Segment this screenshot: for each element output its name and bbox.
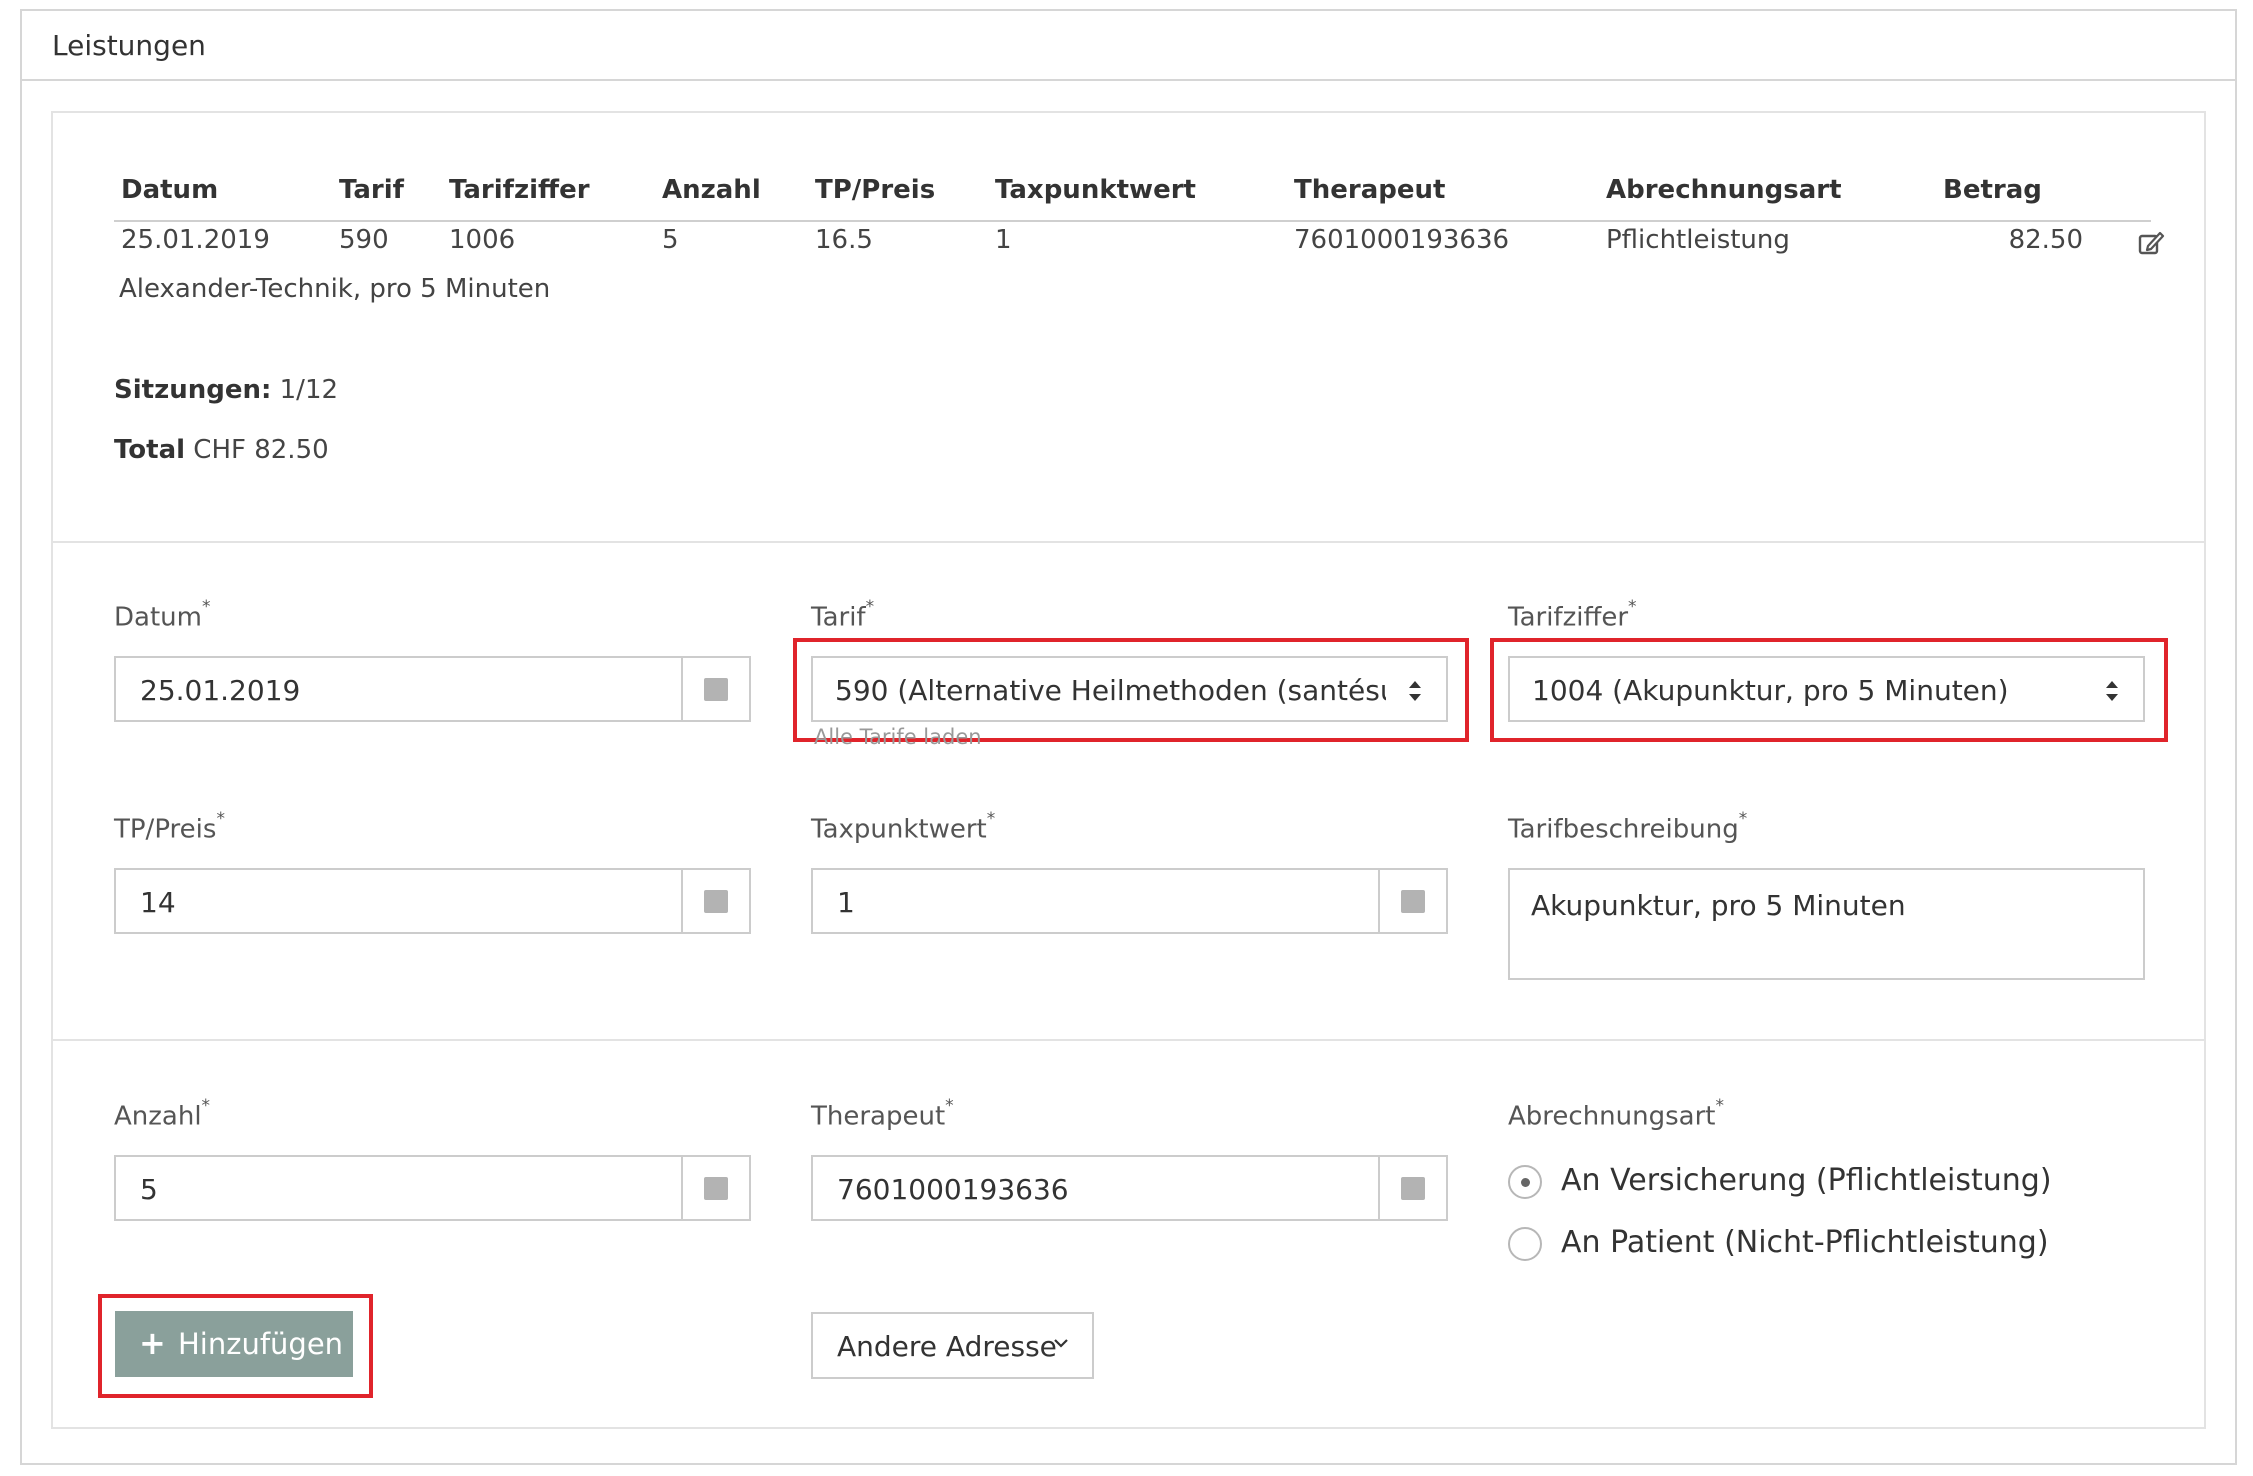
taxpunktwert-field[interactable]: 1 bbox=[811, 868, 1448, 934]
cell-tarif: 590 bbox=[339, 225, 389, 255]
addon-icon bbox=[704, 890, 728, 913]
sitzungen-label: Sitzungen: bbox=[114, 375, 272, 405]
datum-addon-button[interactable] bbox=[681, 658, 749, 720]
sitzungen-summary: Sitzungen: 1/12 bbox=[114, 375, 338, 405]
abrechnungsart-label: Abrechnungsart* bbox=[1508, 1096, 1724, 1132]
column-header-therapeut: Therapeut bbox=[1294, 175, 1446, 205]
radio-patient-label: An Patient (Nicht-Pflichtleistung) bbox=[1561, 1225, 2049, 1260]
radio-versicherung-label: An Versicherung (Pflichtleistung) bbox=[1561, 1163, 2052, 1198]
cell-anzahl: 5 bbox=[662, 225, 679, 255]
other-address-label: Andere Adresse bbox=[837, 1330, 1057, 1363]
tarif-load-all-link[interactable]: Alle Tarife laden bbox=[814, 725, 982, 749]
tarifziffer-highlight bbox=[1490, 638, 2168, 742]
datum-label: Datum* bbox=[114, 597, 211, 633]
column-header-anzahl: Anzahl bbox=[662, 175, 761, 205]
anzahl-label: Anzahl* bbox=[114, 1096, 211, 1132]
anzahl-field[interactable]: 5 bbox=[114, 1155, 751, 1221]
radio-patient-control[interactable] bbox=[1508, 1227, 1542, 1261]
addon-icon bbox=[1401, 1177, 1425, 1200]
therapeut-field[interactable]: 7601000193636 bbox=[811, 1155, 1448, 1221]
tarif-label: Tarif* bbox=[811, 597, 875, 633]
column-header-tarif: Tarif bbox=[339, 175, 404, 205]
tp-preis-value: 14 bbox=[140, 886, 176, 919]
column-header-taxpunktwert: Taxpunktwert bbox=[995, 175, 1196, 205]
therapeut-label: Therapeut* bbox=[811, 1096, 954, 1132]
sitzungen-value: 1/12 bbox=[279, 375, 339, 405]
other-address-dropdown-button[interactable]: Andere Adresse bbox=[811, 1312, 1094, 1379]
tp-preis-addon-button[interactable] bbox=[681, 870, 749, 932]
therapeut-addon-button[interactable] bbox=[1378, 1157, 1446, 1219]
anzahl-addon-button[interactable] bbox=[681, 1157, 749, 1219]
cell-betrag: 82.50 bbox=[2008, 225, 2083, 255]
tarifbeschreibung-value: Akupunktur, pro 5 Minuten bbox=[1531, 889, 1906, 922]
column-header-abrechnungsart: Abrechnungsart bbox=[1606, 175, 1842, 205]
radio-versicherung[interactable]: An Versicherung (Pflichtleistung) bbox=[1508, 1163, 2068, 1205]
column-header-tarifziffer: Tarifziffer bbox=[449, 175, 590, 205]
tarifbeschreibung-textarea[interactable]: Akupunktur, pro 5 Minuten bbox=[1508, 868, 2145, 980]
section-divider bbox=[53, 1039, 2204, 1041]
cell-therapeut: 7601000193636 bbox=[1294, 225, 1510, 255]
section-divider bbox=[53, 541, 2204, 543]
tp-preis-label: TP/Preis* bbox=[114, 809, 225, 845]
total-summary: Total CHF 82.50 bbox=[114, 435, 329, 465]
cell-datum: 25.01.2019 bbox=[121, 225, 270, 255]
total-value: CHF 82.50 bbox=[193, 435, 329, 465]
tarifziffer-label: Tarifziffer* bbox=[1508, 597, 1637, 633]
edit-icon[interactable] bbox=[2137, 229, 2165, 257]
addon-icon bbox=[704, 1177, 728, 1200]
tp-preis-field[interactable]: 14 bbox=[114, 868, 751, 934]
column-header-tp-preis: TP/Preis bbox=[815, 175, 936, 205]
addon-icon bbox=[1401, 890, 1425, 913]
taxpunktwert-value: 1 bbox=[837, 886, 855, 919]
chevron-down-icon bbox=[1054, 1339, 1068, 1348]
radio-versicherung-control[interactable] bbox=[1508, 1165, 1542, 1199]
column-header-betrag: Betrag bbox=[1943, 175, 2042, 205]
leistungen-content: Datum Tarif Tarifziffer Anzahl TP/Preis … bbox=[51, 111, 2206, 1429]
datum-field[interactable]: 25.01.2019 bbox=[114, 656, 751, 722]
cell-tarifziffer: 1006 bbox=[449, 225, 516, 255]
calendar-icon bbox=[704, 678, 728, 701]
total-label: Total bbox=[114, 435, 186, 465]
taxpunktwert-addon-button[interactable] bbox=[1378, 870, 1446, 932]
radio-patient[interactable]: An Patient (Nicht-Pflichtleistung) bbox=[1508, 1225, 2068, 1267]
panel-title: Leistungen bbox=[52, 29, 206, 62]
anzahl-value: 5 bbox=[140, 1173, 158, 1206]
tarifbeschreibung-label: Tarifbeschreibung* bbox=[1508, 809, 1748, 845]
column-header-datum: Datum bbox=[121, 175, 219, 205]
cell-abrechnungsart: Pflichtleistung bbox=[1606, 225, 1790, 255]
table-header-divider bbox=[114, 220, 2151, 222]
row-description: Alexander-Technik, pro 5 Minuten bbox=[119, 274, 551, 304]
cell-tp-preis: 16.5 bbox=[815, 225, 873, 255]
cell-taxpunktwert: 1 bbox=[995, 225, 1012, 255]
therapeut-value: 7601000193636 bbox=[837, 1173, 1069, 1206]
taxpunktwert-label: Taxpunktwert* bbox=[811, 809, 996, 845]
datum-value: 25.01.2019 bbox=[140, 674, 301, 707]
panel-header: Leistungen bbox=[22, 11, 2235, 81]
add-button-highlight bbox=[98, 1294, 373, 1398]
